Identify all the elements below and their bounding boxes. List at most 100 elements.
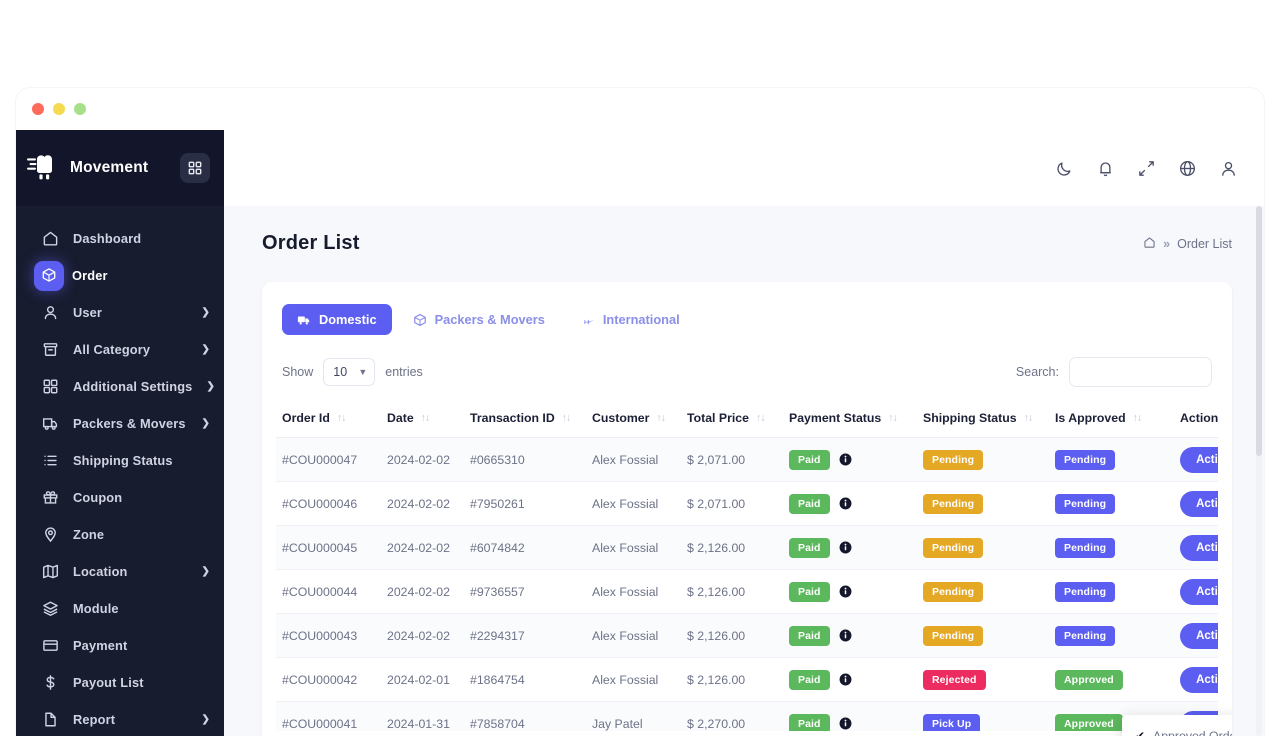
page-scrollbar-thumb[interactable]: [1256, 206, 1262, 456]
cell-shipping-status: Pending: [917, 525, 1049, 570]
sidebar-item-dashboard[interactable]: Dashboard: [16, 220, 224, 257]
window-minimize-button[interactable]: [53, 103, 65, 115]
action-button[interactable]: Action: [1180, 446, 1218, 473]
cell-total-price: $ 2,071.00: [681, 437, 783, 482]
cell-customer: Alex Fossial: [586, 569, 681, 614]
sidebar-brand[interactable]: Movement: [16, 130, 224, 206]
chevron-right-icon: ❯: [201, 344, 210, 355]
sidebar-item-zone[interactable]: Zone: [16, 516, 224, 553]
order-active-indicator: [34, 260, 64, 291]
sidebar-item-user[interactable]: User ❯: [16, 294, 224, 331]
show-label: Show: [282, 365, 314, 379]
sidebar-item-additional-settings[interactable]: Additional Settings ❯: [16, 368, 224, 405]
action-button[interactable]: Action: [1180, 534, 1218, 561]
info-icon[interactable]: [839, 717, 852, 730]
sidebar-item-coupon[interactable]: Coupon: [16, 479, 224, 516]
user-account-icon[interactable]: [1219, 159, 1238, 178]
col-total-price[interactable]: Total Price ↑↓: [681, 401, 783, 438]
cell-payment-status: Paid: [783, 657, 917, 702]
sort-icon: ↑↓: [1023, 412, 1033, 424]
col-label: Transaction ID: [470, 411, 555, 425]
chevron-right-icon: ❯: [201, 307, 210, 318]
sidebar-item-payout-list[interactable]: Payout List: [16, 664, 224, 701]
table-row[interactable]: #COU000046 2024-02-02 #7950261 Alex Fossial…: [276, 481, 1218, 526]
cell-shipping-status: Pending: [917, 437, 1049, 482]
sidebar-item-module[interactable]: Module: [16, 590, 224, 627]
cell-payment-status: Paid: [783, 701, 917, 731]
table-row[interactable]: #COU000041 2024-01-31 #7858704 Jay Patel $ 2…: [276, 701, 1218, 731]
status-badge: Paid: [789, 493, 830, 514]
sidebar-item-all-category[interactable]: All Category ❯: [16, 331, 224, 368]
table-controls: Show 10 ▼ entries Search:: [276, 335, 1218, 387]
col-is-approved[interactable]: Is Approved ↑↓: [1049, 401, 1174, 438]
tab-international[interactable]: International: [566, 304, 695, 335]
grid-toggle-icon[interactable]: [180, 153, 210, 183]
table-row[interactable]: #COU000047 2024-02-02 #0665310 Alex Fossial…: [276, 437, 1218, 482]
expand-icon[interactable]: [1137, 159, 1156, 178]
menu-item-approved-order[interactable]: ✔ Approved Order: [1122, 722, 1232, 736]
window-close-button[interactable]: [32, 103, 44, 115]
cell-order-id: #COU000043: [276, 613, 381, 658]
cell-date: 2024-02-01: [381, 657, 464, 702]
status-badge: Paid: [789, 581, 830, 602]
info-icon[interactable]: [839, 541, 852, 554]
dollar-icon: [42, 674, 59, 691]
cell-shipping-status: Pending: [917, 569, 1049, 614]
info-icon[interactable]: [839, 497, 852, 510]
info-icon[interactable]: [839, 673, 852, 686]
sidebar-item-payment[interactable]: Payment: [16, 627, 224, 664]
table-row[interactable]: #COU000044 2024-02-02 #9736557 Alex Fossial…: [276, 569, 1218, 614]
col-date[interactable]: Date ↑↓: [381, 401, 464, 438]
col-shipping-status[interactable]: Shipping Status ↑↓: [917, 401, 1049, 438]
window-maximize-button[interactable]: [74, 103, 86, 115]
table-row[interactable]: #COU000043 2024-02-02 #2294317 Alex Fossial…: [276, 613, 1218, 658]
col-transaction-id[interactable]: Transaction ID ↑↓: [464, 401, 586, 438]
cell-transaction-id: #9736557: [464, 569, 586, 614]
cell-action: Action: [1174, 437, 1218, 482]
status-badge: Paid: [789, 625, 830, 646]
info-icon[interactable]: [839, 585, 852, 598]
action-button[interactable]: Action: [1180, 578, 1218, 605]
moon-icon[interactable]: [1055, 159, 1074, 178]
sidebar-item-shipping-status[interactable]: Shipping Status: [16, 442, 224, 479]
entries-select[interactable]: 10 ▼: [323, 358, 376, 386]
action-button[interactable]: Action: [1180, 666, 1218, 693]
col-order-id[interactable]: Order Id ↑↓: [276, 401, 381, 438]
status-badge: Pending: [1055, 625, 1116, 646]
bell-icon[interactable]: [1096, 159, 1115, 178]
search-label: Search:: [1015, 365, 1059, 379]
sidebar-item-location[interactable]: Location ❯: [16, 553, 224, 590]
action-button[interactable]: Action: [1180, 622, 1218, 649]
chevron-right-icon: ❯: [201, 566, 210, 577]
cell-is-approved: Pending: [1049, 437, 1174, 482]
tab-packers-movers[interactable]: Packers & Movers: [398, 304, 560, 335]
globe-icon[interactable]: [1178, 159, 1197, 178]
col-payment-status[interactable]: Payment Status ↑↓: [783, 401, 917, 438]
action-button[interactable]: Action: [1180, 490, 1218, 517]
sidebar-item-order[interactable]: Order: [16, 257, 224, 294]
cell-payment-status: Paid: [783, 525, 917, 570]
tab-label: International: [602, 312, 680, 327]
info-icon[interactable]: [839, 629, 852, 642]
cell-date: 2024-02-02: [381, 525, 464, 570]
table-row[interactable]: #COU000042 2024-02-01 #1864754 Alex Fossial…: [276, 657, 1218, 702]
box-icon: [41, 267, 58, 284]
tab-domestic[interactable]: Domestic: [282, 304, 392, 335]
page-header: Order List » Order List: [224, 206, 1264, 255]
sidebar-item-packers-movers[interactable]: Packers & Movers ❯: [16, 405, 224, 442]
home-icon[interactable]: [1143, 236, 1156, 252]
page-scrollbar[interactable]: [1256, 206, 1262, 736]
sidebar-item-report[interactable]: Report ❯: [16, 701, 224, 736]
search-input[interactable]: [1069, 357, 1212, 387]
map-icon: [42, 563, 59, 580]
breadcrumb-current: Order List: [1177, 236, 1232, 251]
cell-shipping-status: Pending: [917, 613, 1049, 658]
status-badge: Pending: [923, 581, 984, 602]
order-type-tabs: Domestic Packers & Movers International: [276, 304, 1218, 335]
sort-icon: ↑↓: [888, 412, 897, 424]
col-action[interactable]: Action↑↓: [1174, 401, 1218, 438]
table-row[interactable]: #COU000045 2024-02-02 #6074842 Alex Fossial…: [276, 525, 1218, 570]
col-customer[interactable]: Customer ↑↓: [586, 401, 681, 438]
info-icon[interactable]: [839, 453, 852, 466]
user-icon: [42, 304, 59, 321]
